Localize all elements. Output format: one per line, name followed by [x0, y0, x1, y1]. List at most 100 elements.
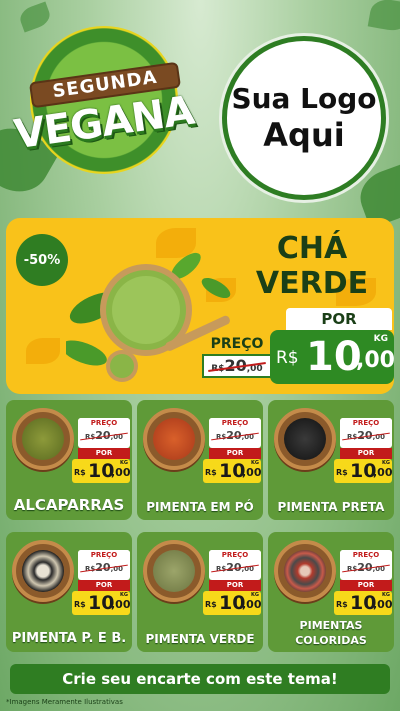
product-image-fill — [22, 550, 64, 592]
old-price-int: 20 — [224, 356, 247, 375]
logo-line1: Sua Logo — [231, 82, 377, 115]
price-unit: KG — [382, 460, 390, 466]
price-unit: KG — [251, 460, 259, 466]
flyer-page: SEGUNDA VEGANA Sua Logo Aqui -50% CHÁ VE… — [0, 0, 400, 711]
old-cents: ,00 — [241, 433, 254, 441]
preco-label: PREÇO — [209, 418, 261, 429]
price-currency: R$ — [74, 468, 86, 477]
price-box: R$ 10,00 KG — [72, 591, 131, 615]
product-name: ALCAPARRAS — [13, 496, 125, 514]
price-box: R$ 10,00 KG — [334, 459, 393, 483]
illustrative-note: *Imagens Meramente Ilustrativas — [6, 698, 123, 706]
price-dec: ,00 — [111, 598, 131, 611]
old-price-value: R$20,00 — [340, 561, 392, 575]
old-price-box: PREÇO R$20,00 — [209, 550, 261, 580]
old-price-int: 20 — [357, 561, 373, 574]
old-price-box: PREÇO R$20,00 — [209, 418, 261, 448]
logo-placeholder[interactable]: Sua Logo Aqui — [222, 36, 386, 200]
price-currency: R$ — [74, 600, 86, 609]
por-label: POR — [286, 308, 392, 330]
product-image-fill — [22, 418, 64, 460]
old-price-int: 20 — [226, 429, 242, 442]
price-dec: ,00 — [373, 598, 393, 611]
segunda-vegana-badge: SEGUNDA VEGANA — [8, 26, 200, 196]
preco-label: PREÇO — [78, 550, 130, 561]
price-unit: KG — [251, 592, 259, 598]
por-label: POR — [78, 448, 130, 459]
price-int: 10 — [306, 334, 362, 380]
product-name: PIMENTA EM PÓ — [146, 500, 254, 514]
pattern-leaf — [26, 338, 60, 364]
price-box: R$ 10,00 KG — [203, 459, 262, 483]
por-label: POR — [340, 448, 392, 459]
leaf-decoration — [367, 0, 400, 34]
price-unit: KG — [382, 592, 390, 598]
old-price-value: R$20,00 — [209, 429, 261, 443]
old-cents: ,00 — [372, 433, 385, 441]
price-box: R$ 10,00 KG — [72, 459, 131, 483]
por-label: POR — [78, 580, 130, 591]
discount-badge: -50% — [16, 234, 68, 286]
product-name: PIMENTA VERDE — [145, 632, 255, 646]
featured-product[interactable]: -50% CHÁ VERDE PREÇO R$20,00 POR R$ 10 ,… — [6, 218, 394, 394]
product-image — [274, 408, 336, 470]
product-card-pimentas-coloridas[interactable]: PREÇO R$20,00 POR R$ 10,00 KG PIMENTAS COLO… — [268, 532, 394, 652]
price-currency: R$ — [336, 468, 348, 477]
old-price-value: R$20,00 — [340, 429, 392, 443]
old-cents: ,00 — [110, 565, 123, 573]
old-currency: R$ — [85, 433, 96, 441]
product-name-line2: COLORIDAS — [295, 633, 367, 647]
old-price-value: R$20,00 — [78, 561, 130, 575]
old-price-box: PREÇO R$20,00 — [78, 418, 130, 448]
preco-label: PREÇO — [210, 336, 264, 352]
price-box: R$ 10,00 KG — [334, 591, 393, 615]
featured-old-price: PREÇO R$20,00 — [202, 336, 272, 380]
old-cents: ,00 — [110, 433, 123, 441]
product-card-alcaparras[interactable]: PREÇO R$20,00 POR R$ 10,00 KG ALCAPARRAS — [6, 400, 132, 520]
logo-line2: Aqui — [263, 115, 345, 154]
product-name-line1: PIMENTAS — [299, 619, 363, 633]
preco-label: PREÇO — [340, 418, 392, 429]
product-image — [12, 540, 74, 602]
price-currency: R$ — [276, 348, 299, 368]
product-name: PIMENTA PRETA — [277, 500, 385, 514]
old-price-int: 20 — [95, 429, 111, 442]
old-price-box: PREÇO R$20,00 — [340, 418, 392, 448]
old-price-int: 20 — [357, 429, 373, 442]
product-image-fill — [284, 550, 326, 592]
product-card-pimenta-em-po[interactable]: PREÇO R$20,00 POR R$ 10,00 KG PIMENTA EM PÓ — [137, 400, 263, 520]
old-currency: R$ — [347, 565, 358, 573]
product-card-pimenta-p-e-b[interactable]: PREÇO R$20,00 POR R$ 10,00 KG PIMENTA P. E … — [6, 532, 132, 652]
price-dec: ,00 — [242, 598, 262, 611]
product-card-pimenta-preta[interactable]: PREÇO R$20,00 POR R$ 10,00 KG PIMENTA PRETA — [268, 400, 394, 520]
product-image — [143, 408, 205, 470]
old-currency: R$ — [85, 565, 96, 573]
price-box: R$ 10,00 KG — [203, 591, 262, 615]
price-currency: R$ — [336, 600, 348, 609]
product-card-pimenta-verde[interactable]: PREÇO R$20,00 POR R$ 10,00 KG PIMENTA VERDE — [137, 532, 263, 652]
por-label: POR — [209, 580, 261, 591]
old-price-int: 20 — [226, 561, 242, 574]
featured-price: R$ 10 ,00 KG — [270, 330, 394, 384]
old-price-currency: R$ — [211, 364, 225, 374]
old-currency: R$ — [216, 433, 227, 441]
cta-button[interactable]: Crie seu encarte com este tema! — [10, 664, 390, 694]
old-price-cents: ,00 — [246, 364, 263, 374]
price-unit: KG — [120, 460, 128, 466]
price-dec: ,00 — [356, 348, 394, 373]
preco-label: PREÇO — [340, 550, 392, 561]
product-image-fill — [284, 418, 326, 460]
featured-title: CHÁ VERDE — [232, 231, 392, 301]
por-label: POR — [340, 580, 392, 591]
old-price-box: PREÇO R$20,00 — [340, 550, 392, 580]
price-unit: KG — [373, 334, 388, 344]
old-cents: ,00 — [241, 565, 254, 573]
product-name: PIMENTAS COLORIDAS — [268, 619, 394, 648]
price-dec: ,00 — [111, 466, 131, 479]
price-currency: R$ — [205, 600, 217, 609]
por-label: POR — [209, 448, 261, 459]
product-image — [12, 408, 74, 470]
old-price-value: R$20,00 — [209, 561, 261, 575]
old-currency: R$ — [216, 565, 227, 573]
product-image — [143, 540, 205, 602]
